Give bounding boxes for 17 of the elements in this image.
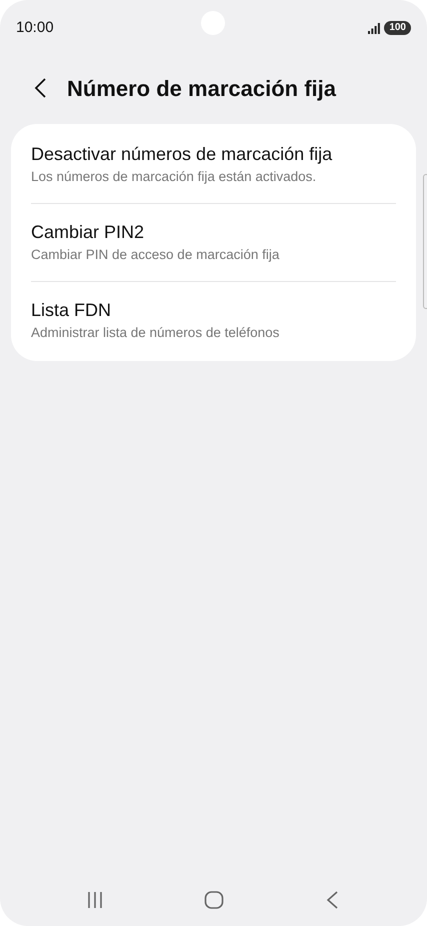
- status-time: 10:00: [16, 18, 54, 38]
- item-subtitle: Los números de marcación fija están activados.: [31, 168, 318, 186]
- chevron-left-icon: [33, 77, 47, 99]
- battery-indicator: 100: [384, 21, 411, 35]
- item-subtitle: Administrar lista de números de teléfonos: [31, 324, 280, 342]
- page-title: Número de marcación fija: [67, 74, 336, 103]
- chevron-left-icon: [325, 890, 339, 910]
- item-title: Cambiar PIN2: [31, 221, 146, 244]
- three-lines-icon: [86, 891, 104, 909]
- signal-icon: [368, 22, 380, 34]
- settings-item[interactable]: Desactivar números de marcación fija Los números de marcación fija están activados.: [31, 126, 396, 204]
- item-subtitle: Cambiar PIN de acceso de marcación fija: [31, 246, 280, 264]
- item-title: Desactivar números de marcación fija: [31, 143, 334, 166]
- settings-item[interactable]: Cambiar PIN2 Cambiar PIN de acceso de marcación fija: [31, 204, 396, 282]
- settings-item[interactable]: Lista FDN Administrar lista de números de teléfonos: [31, 282, 396, 359]
- item-title: Lista FDN: [31, 299, 112, 322]
- rounded-square-icon: [204, 890, 224, 910]
